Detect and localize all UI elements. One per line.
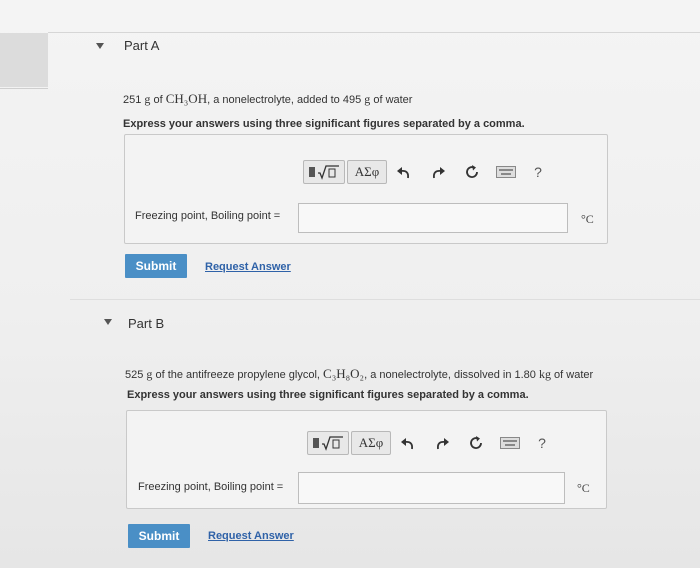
question-text: 251 g of CH₃OH, a nonelectrolyte, added … [123,91,412,107]
divider [70,299,700,300]
page: Part A 251 g of CH₃OH, a nonelectrolyte,… [0,0,700,568]
field-label: Freezing point, Boiling point = [138,481,284,493]
math-toolbar: ΑΣφ ? [307,430,557,456]
square-root-icon [309,165,339,180]
help-button[interactable]: ? [523,164,553,180]
mass-value: 525 [125,369,144,381]
answer-box: ΑΣφ ? Freezing point, Boiling point = °C [126,410,607,509]
part-title[interactable]: Part B [128,316,164,331]
question-fragment: , a nonelectrolyte, added to [207,94,343,106]
left-rail [0,33,48,87]
templates-button[interactable] [307,431,349,455]
question-fragment: of the antifreeze propylene glycol, [152,369,324,381]
divider [48,32,700,33]
mass-value: 251 [123,94,142,106]
part-title[interactable]: Part A [124,38,159,53]
request-answer-link[interactable]: Request Answer [205,261,291,273]
greek-symbols-button[interactable]: ΑΣφ [351,431,391,455]
answer-input[interactable] [298,203,568,233]
collapse-caret-icon[interactable] [104,319,112,325]
instruction-text: Express your answers using three signifi… [127,389,529,401]
mass-unit: kg [538,367,551,381]
unit-label: °C [581,212,594,226]
mass-value: 495 [342,94,362,106]
redo-icon[interactable] [421,165,455,179]
undo-icon[interactable] [391,436,425,450]
square-root-icon [313,436,343,451]
unit-label: °C [577,481,590,495]
keyboard-icon[interactable] [493,437,527,449]
field-label: Freezing point, Boiling point = [135,210,281,222]
undo-icon[interactable] [387,165,421,179]
chemical-formula: CH₃OH [165,91,208,106]
greek-symbols-button[interactable]: ΑΣφ [347,160,387,184]
templates-button[interactable] [303,160,345,184]
collapse-caret-icon[interactable] [96,43,104,49]
math-toolbar: ΑΣφ ? [303,159,553,185]
question-text: 525 g of the antifreeze propylene glycol… [125,366,593,382]
answer-input[interactable] [298,472,565,504]
instruction-text: Express your answers using three signifi… [123,118,525,130]
question-fragment: of [150,94,166,106]
mass-value: 1.80 [514,369,536,381]
answer-box: ΑΣφ ? Freezing point, Boiling point = °C [124,134,608,244]
divider [0,88,48,89]
question-fragment: of water [550,369,594,381]
request-answer-link[interactable]: Request Answer [208,530,294,542]
question-fragment: , a nonelectrolyte, dissolved in [364,369,515,381]
chemical-formula: C₃H₈O₂ [323,366,365,381]
submit-button[interactable]: Submit [125,254,187,278]
help-button[interactable]: ? [527,435,557,451]
question-fragment: of water [370,94,413,106]
redo-icon[interactable] [425,436,459,450]
keyboard-icon[interactable] [489,166,523,178]
reset-icon[interactable] [459,435,493,451]
submit-button[interactable]: Submit [128,524,190,548]
reset-icon[interactable] [455,164,489,180]
